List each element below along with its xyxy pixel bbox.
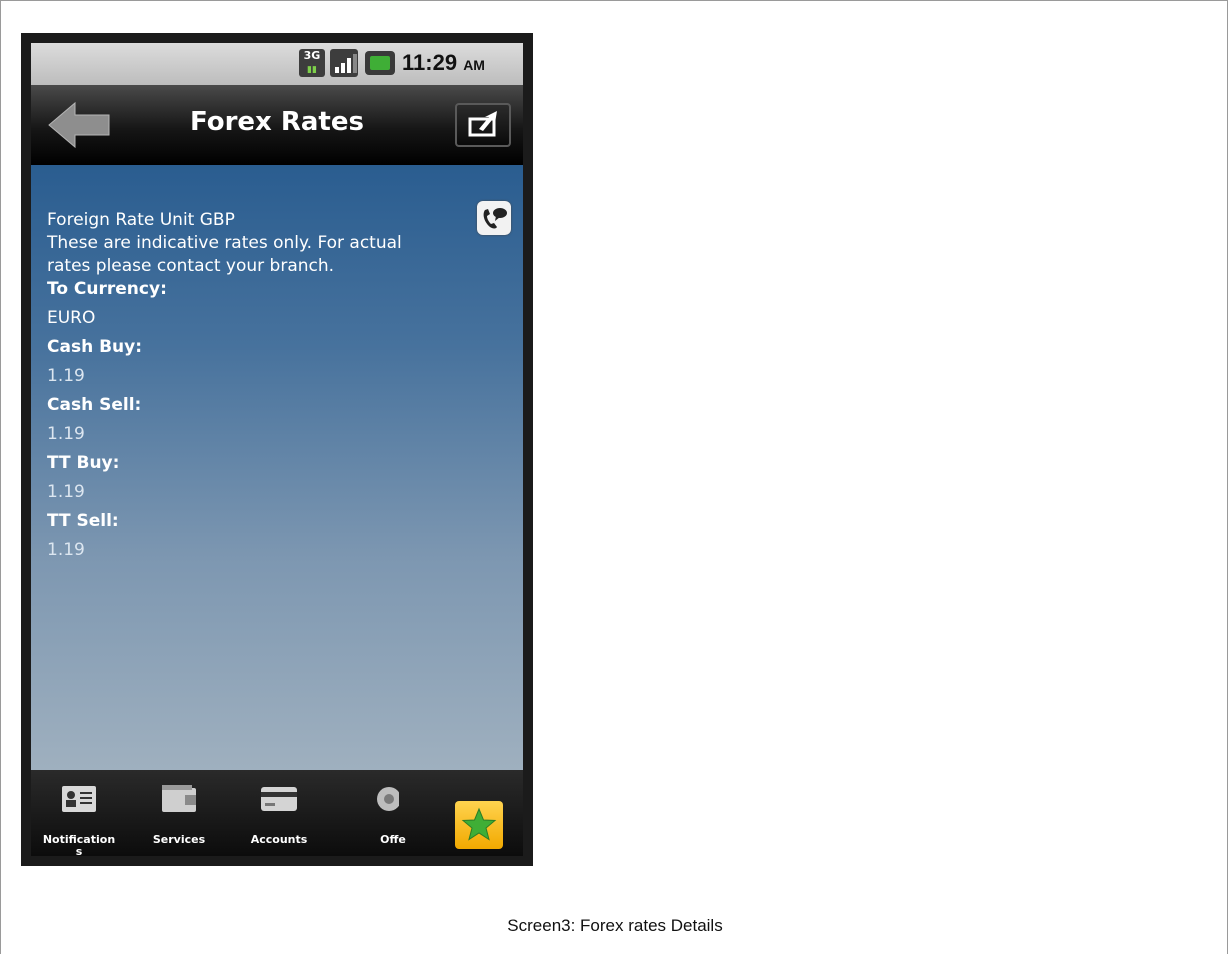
nav-label-offers: Offe	[380, 833, 406, 846]
app-header: Forex Rates	[31, 85, 523, 165]
status-time: 11:29 AM	[402, 50, 485, 75]
rate-unit-text: Foreign Rate Unit GBP	[47, 210, 235, 230]
phone-chat-icon	[483, 208, 507, 229]
nav-label-notifications: Notification s	[42, 833, 116, 857]
page-title: Forex Rates	[190, 107, 364, 137]
tt-sell-value: 1.19	[47, 540, 85, 560]
star-icon	[461, 807, 497, 841]
cash-buy-label: Cash Buy:	[47, 337, 143, 357]
nav-item-notifications[interactable]: Notification s	[31, 782, 127, 857]
forex-details-panel: Foreign Rate Unit GBP These are indicati…	[31, 165, 523, 770]
to-currency-label: To Currency:	[47, 279, 167, 299]
wallet-icon	[162, 785, 196, 812]
cash-buy-value: 1.19	[47, 366, 85, 386]
disclaimer-line-2: rates please contact your branch.	[47, 256, 335, 276]
signal-strength-icon	[330, 49, 358, 77]
credit-card-icon	[261, 787, 297, 811]
tt-sell-label: TT Sell:	[47, 511, 119, 531]
tt-buy-value: 1.19	[47, 482, 85, 502]
phone-screen: 3G ▮▮ 11:29 AM Forex Rates Foreign Rate …	[31, 43, 523, 856]
figure-caption: Screen3: Forex rates Details	[507, 916, 723, 935]
bottom-nav: Notification s Services Accounts Offe	[31, 770, 523, 856]
tt-buy-label: TT Buy:	[47, 453, 120, 473]
share-icon	[468, 111, 497, 137]
call-branch-button[interactable]	[477, 201, 511, 235]
disclaimer-line-1: These are indicative rates only. For act…	[47, 233, 402, 253]
network-3g-icon: 3G ▮▮	[299, 49, 325, 77]
phone-frame: 3G ▮▮ 11:29 AM Forex Rates Foreign Rate …	[21, 33, 533, 866]
status-bar: 3G ▮▮ 11:29 AM	[31, 43, 523, 85]
to-currency-value: EURO	[47, 308, 96, 328]
nav-item-offers[interactable]: Offe	[331, 782, 427, 854]
cash-sell-value: 1.19	[47, 424, 85, 444]
cash-sell-label: Cash Sell:	[47, 395, 142, 415]
nav-item-services[interactable]: Services	[131, 782, 227, 854]
share-button[interactable]	[455, 103, 511, 147]
battery-icon	[365, 51, 395, 75]
forex-info-text: Foreign Rate Unit GBP These are indicati…	[47, 209, 447, 562]
nav-item-accounts[interactable]: Accounts	[231, 782, 327, 854]
gear-icon	[377, 787, 401, 811]
nav-label-accounts: Accounts	[250, 833, 308, 846]
nav-label-services: Services	[152, 833, 206, 846]
favorites-button[interactable]	[455, 801, 503, 849]
contact-card-icon	[62, 786, 96, 812]
